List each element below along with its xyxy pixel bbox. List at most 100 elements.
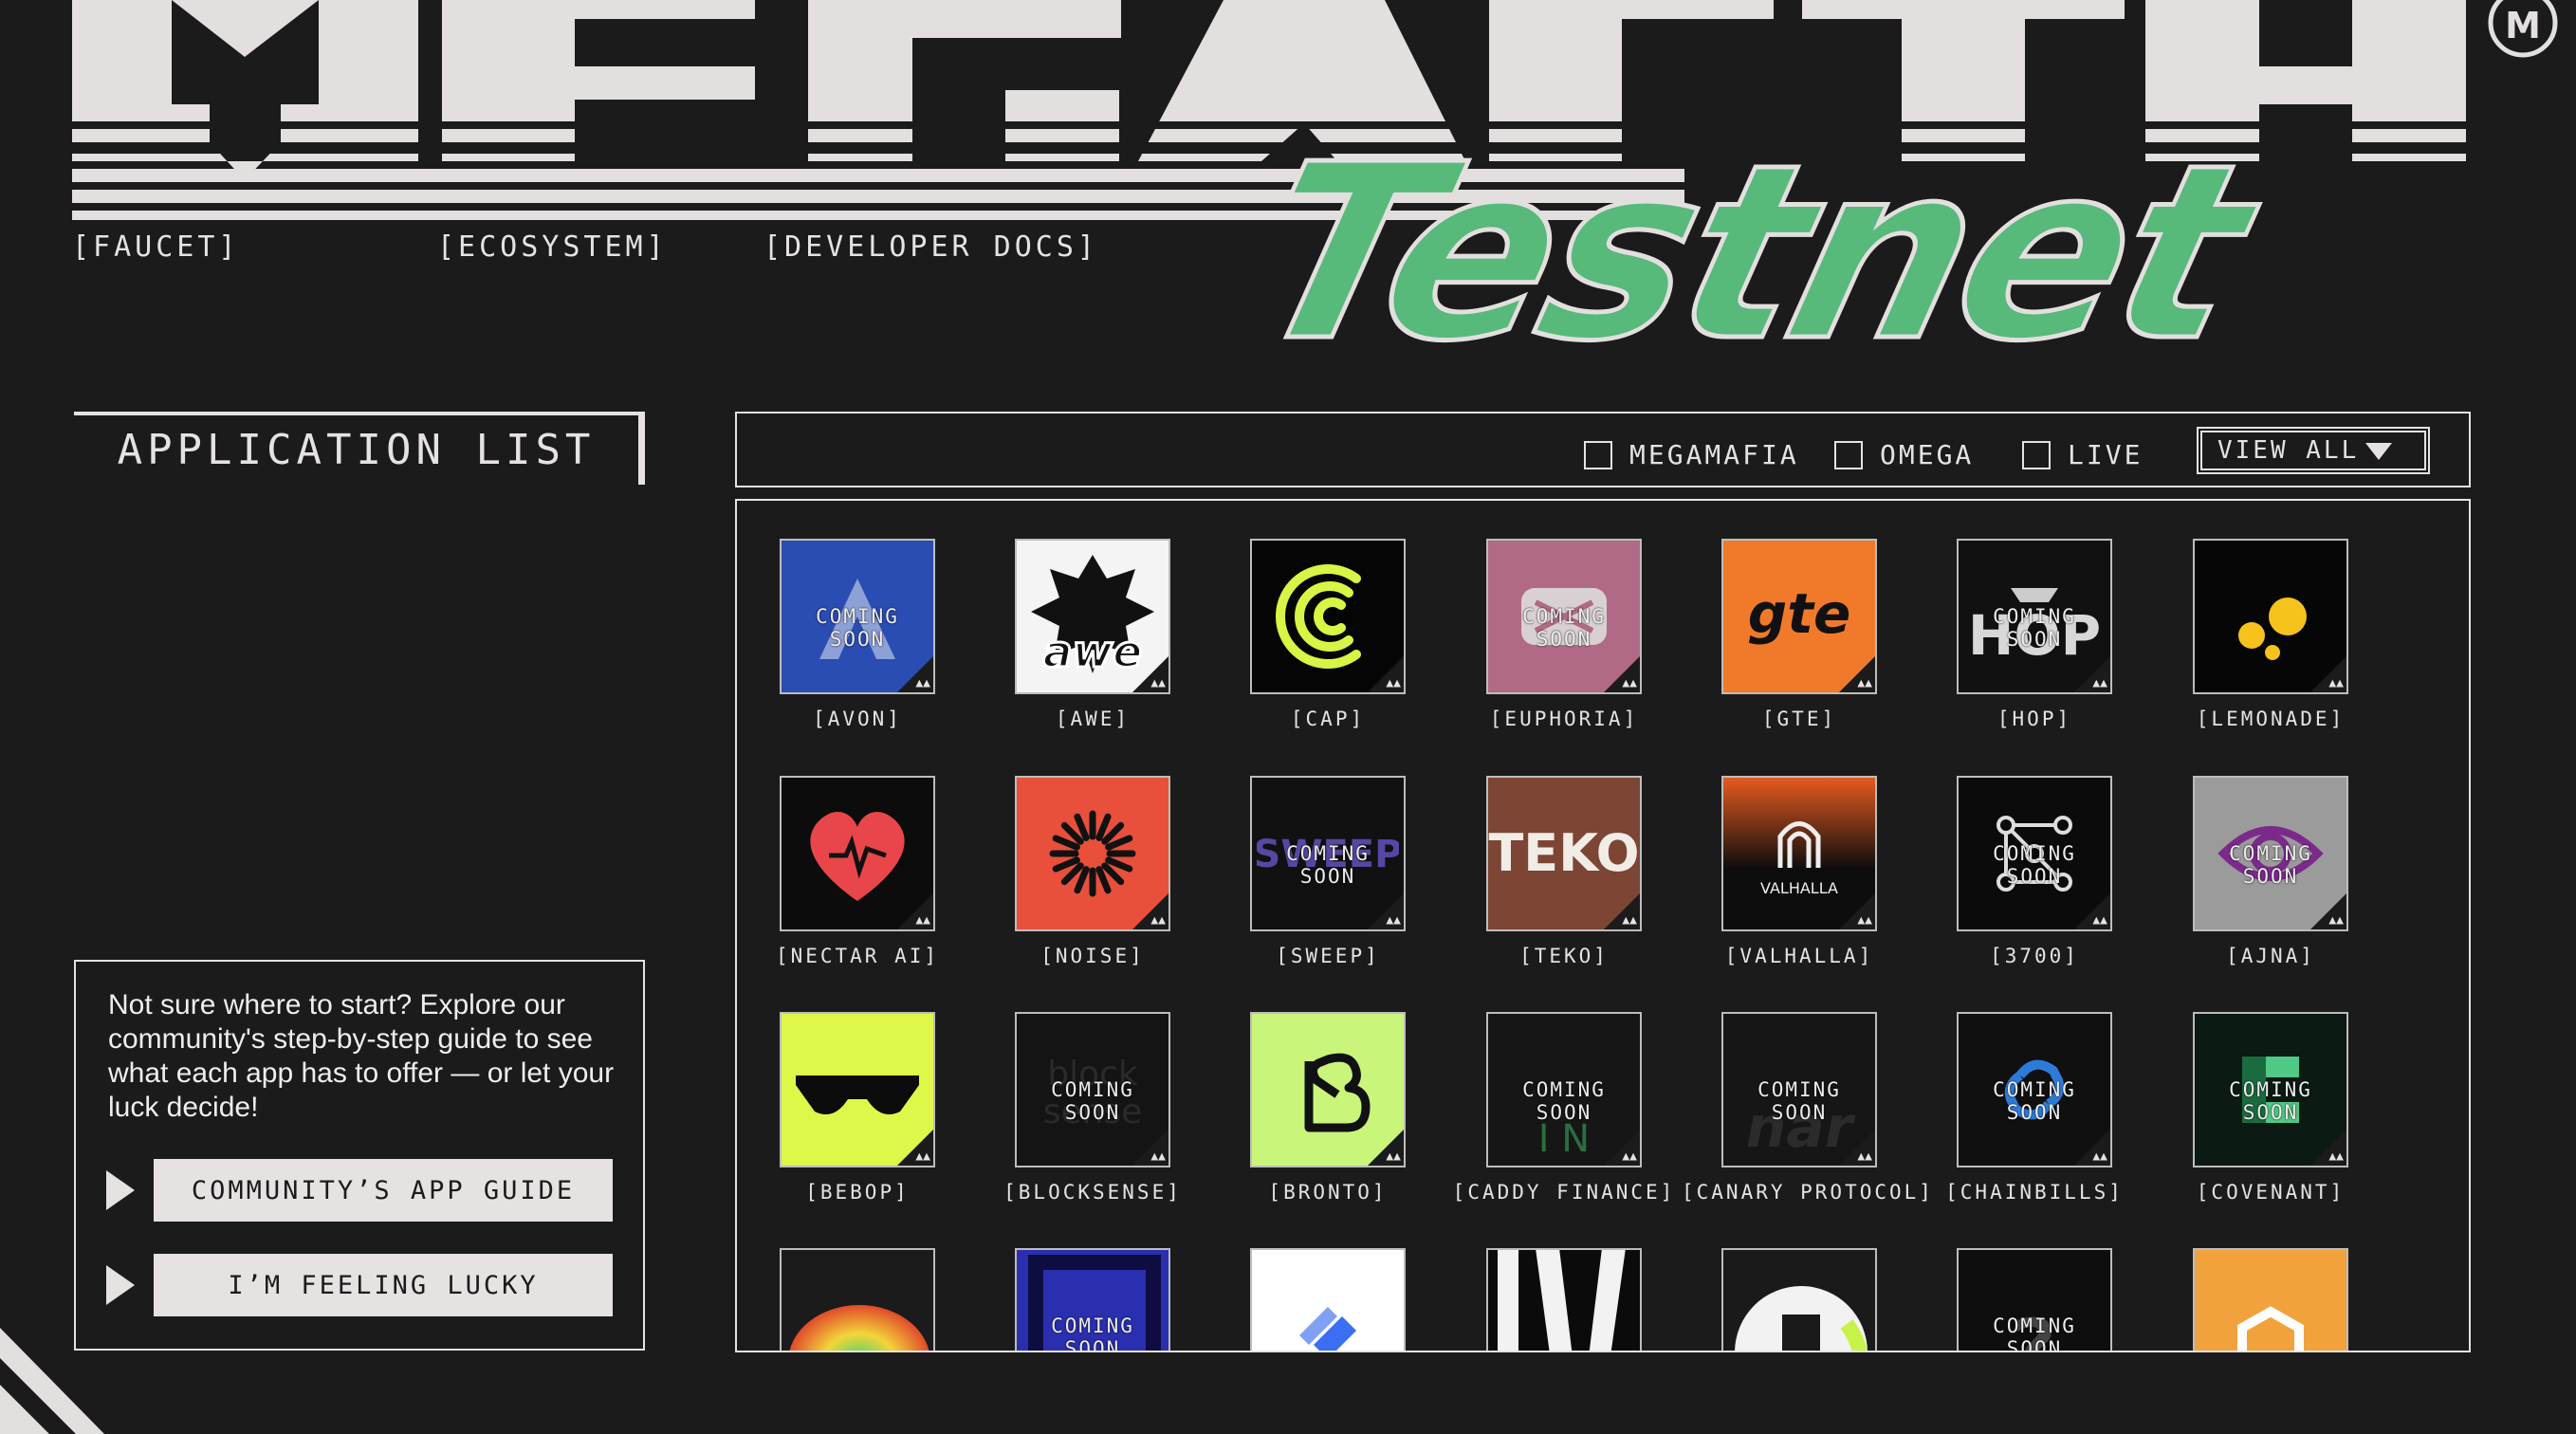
app-logo-tile[interactable]: nar COMING SOON ▲▲ bbox=[1721, 1012, 1877, 1167]
filter-bar: MEGAMAFIA OMEGA LIVE VIEW ALL bbox=[735, 412, 2471, 487]
app-card[interactable] bbox=[1446, 1248, 1682, 1351]
app-logo-tile[interactable] bbox=[2193, 1248, 2348, 1351]
megaeth-badge-icon[interactable]: M bbox=[2484, 0, 2562, 59]
app-card[interactable]: COMING SOON ▲▲ [AJNA] bbox=[2153, 776, 2388, 967]
app-logo-tile[interactable]: COMING SOON ▲▲ bbox=[2193, 776, 2348, 931]
megamafia-mark-icon: ▲▲ bbox=[915, 913, 930, 928]
app-name-label: [AVON] bbox=[813, 708, 902, 730]
coming-soon-overlay: COMING SOON bbox=[2229, 1078, 2312, 1124]
app-card[interactable]: COMING SOON ▲▲ [3700] bbox=[1917, 776, 2152, 967]
view-select-value: VIEW ALL bbox=[2217, 436, 2360, 465]
filter-live[interactable]: LIVE bbox=[2022, 439, 2143, 470]
app-logo-tile[interactable]: ▲▲ bbox=[1015, 776, 1170, 931]
app-logo-tile[interactable]: ▲▲ bbox=[1250, 1012, 1406, 1167]
coming-soon-overlay: COMING SOON bbox=[1522, 605, 1606, 651]
app-card[interactable]: SWEEP COMING SOON ▲▲ [SWEEP] bbox=[1210, 776, 1445, 967]
app-logo-tile[interactable]: ? COMING SOON bbox=[1957, 1248, 2112, 1352]
app-logo-tile[interactable]: COMING SOON ▲▲ bbox=[780, 539, 935, 694]
megamafia-mark-icon: ▲▲ bbox=[2328, 676, 2344, 690]
megamafia-mark-icon: ▲▲ bbox=[1150, 1149, 1166, 1164]
app-card[interactable]: VALHALLA ▲▲ [VALHALLA] bbox=[1682, 776, 1917, 967]
app-card[interactable]: ▲▲ [NOISE] bbox=[975, 776, 1210, 967]
app-card[interactable]: COMING SOON bbox=[975, 1248, 1210, 1351]
app-logo-tile[interactable] bbox=[1250, 1248, 1406, 1351]
app-card[interactable] bbox=[1210, 1248, 1445, 1351]
app-card[interactable]: block sense COMING SOON ▲▲ [BLOCKSENSE] bbox=[975, 1012, 1210, 1204]
app-card[interactable]: HOP COMING SOON ▲▲ [HOP] bbox=[1917, 539, 2152, 730]
app-logo-tile[interactable] bbox=[1486, 1248, 1642, 1351]
coming-soon-overlay: COMING SOON bbox=[1993, 605, 2076, 651]
app-name-label: [SWEEP] bbox=[1276, 945, 1380, 967]
megamafia-mark-icon: ▲▲ bbox=[1386, 1149, 1401, 1164]
filter-omega[interactable]: OMEGA bbox=[1834, 439, 1974, 470]
application-list-tab[interactable]: APPLICATION LIST bbox=[74, 412, 645, 485]
app-logo-tile[interactable]: ▲▲ bbox=[1250, 539, 1406, 694]
app-logo-tile[interactable]: HOP COMING SOON ▲▲ bbox=[1957, 539, 2112, 694]
omega-checkbox[interactable] bbox=[1834, 440, 1863, 469]
nav-developer-docs-link[interactable]: [DEVELOPER DOCS] bbox=[764, 230, 1098, 264]
app-logo-tile[interactable]: COMING SOON ▲▲ bbox=[1957, 776, 2112, 931]
svg-text:gte: gte bbox=[1748, 581, 1851, 646]
app-logo-tile[interactable]: TEKO ▲▲ bbox=[1486, 776, 1642, 931]
app-card[interactable] bbox=[1682, 1248, 1917, 1351]
app-card[interactable]: nar COMING SOON ▲▲ [CANARY PROTOCOL] bbox=[1682, 1012, 1931, 1204]
app-name-label: [LEMONADE] bbox=[2196, 708, 2346, 730]
megamafia-mark-icon: ▲▲ bbox=[2328, 913, 2344, 928]
app-logo-tile[interactable]: COMING SOON ▲▲ bbox=[1486, 539, 1642, 694]
app-card[interactable]: ? COMING SOON bbox=[1917, 1248, 2152, 1352]
app-card[interactable]: gte ▲▲ [GTE] bbox=[1682, 539, 1917, 730]
app-card[interactable]: awe ▲▲ [AWE] bbox=[975, 539, 1210, 730]
nectar-heart-icon bbox=[782, 778, 933, 929]
app-name-label: [TEKO] bbox=[1519, 945, 1609, 967]
view-select-dropdown[interactable]: VIEW ALL bbox=[2197, 427, 2430, 474]
app-logo-tile[interactable] bbox=[1721, 1248, 1877, 1351]
app-card[interactable]: ▲▲ [LEMONADE] bbox=[2153, 539, 2388, 730]
corner-stripe-decoration bbox=[0, 1328, 104, 1434]
app-card[interactable]: COMING SOON ▲▲ [COVENANT] bbox=[2153, 1012, 2388, 1204]
app-logo-tile[interactable]: COMING SOON ▲▲ bbox=[2193, 1012, 2348, 1167]
testnet-wordmark: Testnet bbox=[1227, 111, 2287, 396]
nav-ecosystem-link[interactable]: [ECOSYSTEM] bbox=[437, 230, 668, 264]
app-logo-tile[interactable]: block sense COMING SOON ▲▲ bbox=[1015, 1012, 1170, 1167]
app-card[interactable]: ▲▲ [NECTAR AI] bbox=[740, 776, 975, 967]
app-card[interactable]: COMING SOON ▲▲ [CHAINBILLS] bbox=[1917, 1012, 2152, 1204]
app-card[interactable]: TEKO ▲▲ [TEKO] bbox=[1446, 776, 1682, 967]
app-logo-tile[interactable]: COMING SOON ▲▲ bbox=[1957, 1012, 2112, 1167]
app-logo-tile[interactable]: ▲▲ bbox=[780, 776, 935, 931]
caret-down-icon bbox=[2365, 443, 2392, 460]
app-name-label: [NECTAR AI] bbox=[775, 945, 940, 967]
coming-soon-overlay: COMING SOON bbox=[1993, 1314, 2076, 1352]
megamafia-mark-icon: ▲▲ bbox=[2328, 1149, 2344, 1164]
app-logo-tile[interactable]: gte ▲▲ bbox=[1721, 539, 1877, 694]
coming-soon-overlay: COMING SOON bbox=[1993, 1078, 2076, 1124]
app-card[interactable]: ▲▲ [BEBOP] bbox=[740, 1012, 975, 1204]
app-logo-tile[interactable]: I N COMING SOON ▲▲ bbox=[1486, 1012, 1642, 1167]
app-logo-tile[interactable]: ▲▲ bbox=[2193, 539, 2348, 694]
app-card[interactable]: ▲▲ [CAP] bbox=[1210, 539, 1445, 730]
filter-megamafia[interactable]: MEGAMAFIA bbox=[1584, 439, 1799, 470]
community-app-guide-button[interactable]: COMMUNITY’S APP GUIDE bbox=[154, 1159, 613, 1222]
app-card[interactable]: COMING SOON ▲▲ [EUPHORIA] bbox=[1446, 539, 1682, 730]
app-logo-tile[interactable] bbox=[780, 1248, 935, 1351]
app-card[interactable] bbox=[2153, 1248, 2388, 1351]
live-checkbox[interactable] bbox=[2022, 440, 2051, 469]
app-logo-tile[interactable]: VALHALLA ▲▲ bbox=[1721, 776, 1877, 931]
megamafia-checkbox[interactable] bbox=[1584, 440, 1612, 469]
app-logo-tile[interactable]: awe ▲▲ bbox=[1015, 539, 1170, 694]
application-list-title: APPLICATION LIST bbox=[117, 426, 596, 474]
app-name-label: [AJNA] bbox=[2226, 945, 2315, 967]
app-card[interactable]: I N COMING SOON ▲▲ [CADDY FINANCE] bbox=[1446, 1012, 1682, 1204]
nav-faucet-link[interactable]: [FAUCET] bbox=[72, 230, 240, 264]
megamafia-mark-icon: ▲▲ bbox=[1857, 676, 1872, 690]
svg-text:awe: awe bbox=[1043, 626, 1143, 677]
feeling-lucky-button[interactable]: I’M FEELING LUCKY bbox=[154, 1254, 613, 1316]
app-logo-tile[interactable]: COMING SOON bbox=[1015, 1248, 1170, 1351]
omega-label: OMEGA bbox=[1880, 439, 1975, 470]
app-logo-tile[interactable]: ▲▲ bbox=[780, 1012, 935, 1167]
coming-soon-overlay: COMING SOON bbox=[1286, 842, 1370, 888]
app-card[interactable]: ▲▲ [BRONTO] bbox=[1210, 1012, 1445, 1204]
app-card[interactable]: COMING SOON ▲▲ [AVON] bbox=[740, 539, 975, 730]
app-logo-tile[interactable]: SWEEP COMING SOON ▲▲ bbox=[1250, 776, 1406, 931]
megaeth-logo: Testnet bbox=[72, 0, 2538, 397]
app-card[interactable] bbox=[740, 1248, 975, 1351]
